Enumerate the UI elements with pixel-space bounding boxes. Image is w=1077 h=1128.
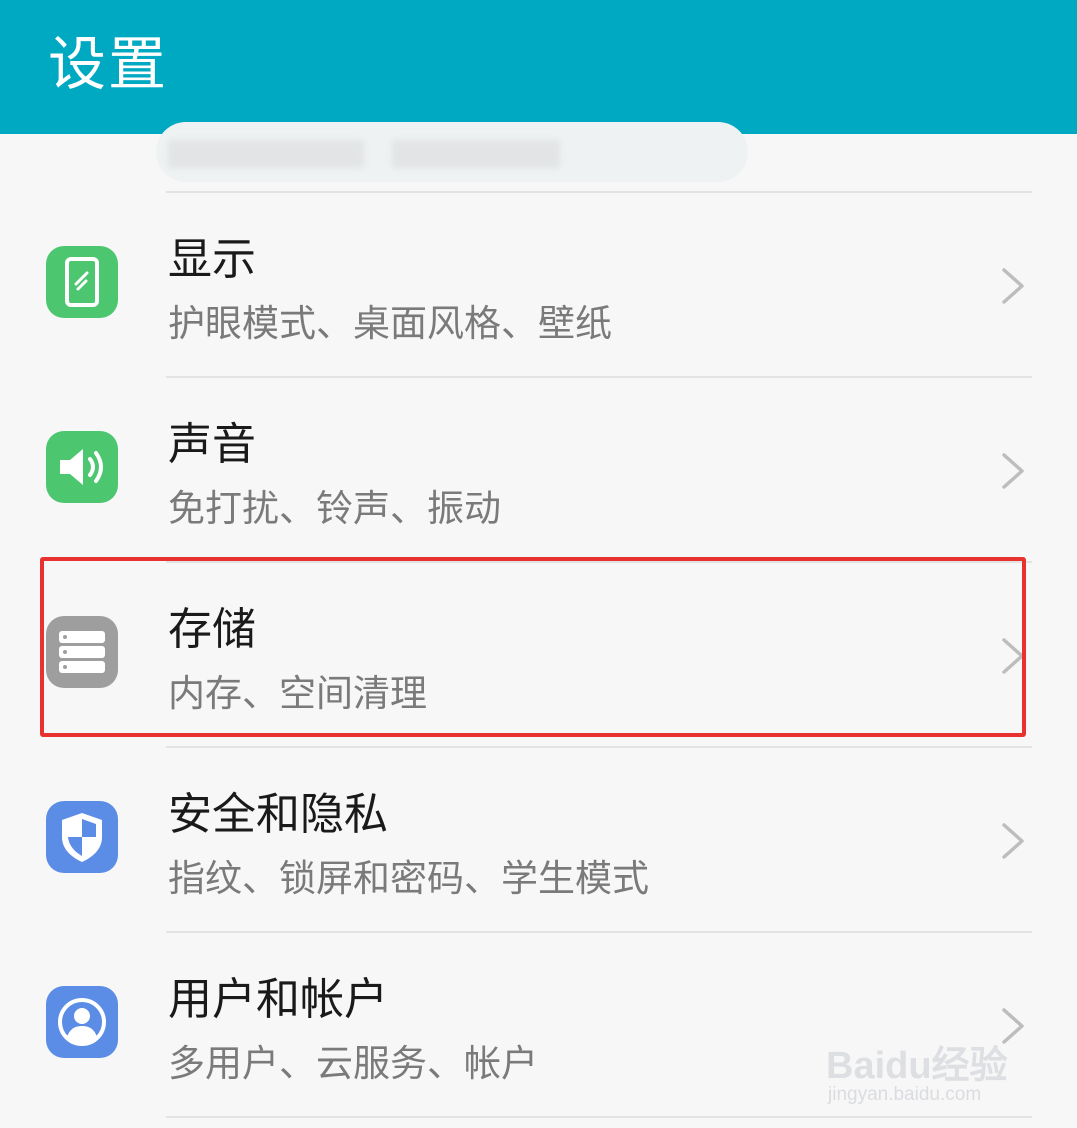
chevron-right-icon [996,821,1028,861]
chevron-right-icon [996,451,1028,491]
user-account-icon [46,986,118,1058]
chevron-right-icon [996,266,1028,306]
baidu-watermark: Baidu经验 jingyan.baidu.com [826,1008,1026,1118]
display-icon [46,246,118,318]
settings-item-subtitle: 护眼模式、桌面风格、壁纸 [168,302,612,345]
watermark-url: jingyan.baidu.com [828,1084,982,1105]
settings-item-title: 声音 [168,419,256,470]
settings-item-subtitle: 指纹、锁屏和密码、学生模式 [168,857,649,900]
settings-item-title: 用户和帐户 [168,974,388,1025]
app-header: 设置 [0,0,1077,134]
settings-item-sound[interactable]: 声音 免打扰、铃声、振动 [0,377,1077,560]
blurred-account-text [168,140,364,168]
settings-item-subtitle: 多用户、云服务、帐户 [168,1042,538,1085]
chevron-right-icon [996,636,1028,676]
settings-item-title: 安全和隐私 [168,789,388,840]
settings-item-storage[interactable]: 存储 内存、空间清理 [0,562,1077,745]
settings-item-title: 显示 [168,234,256,285]
storage-icon [46,616,118,688]
shield-icon [46,801,118,873]
settings-item-subtitle: 免打扰、铃声、振动 [168,487,501,530]
settings-item-subtitle: 内存、空间清理 [168,672,427,715]
speaker-icon [46,431,118,503]
settings-item-display[interactable]: 显示 护眼模式、桌面风格、壁纸 [0,192,1077,375]
watermark-logo: Baidu经验 [826,1045,1008,1087]
blurred-account-text [392,140,560,168]
settings-item-security-privacy[interactable]: 安全和隐私 指纹、锁屏和密码、学生模式 [0,747,1077,930]
page-title: 设置 [48,30,169,98]
settings-item-title: 存储 [168,604,256,655]
